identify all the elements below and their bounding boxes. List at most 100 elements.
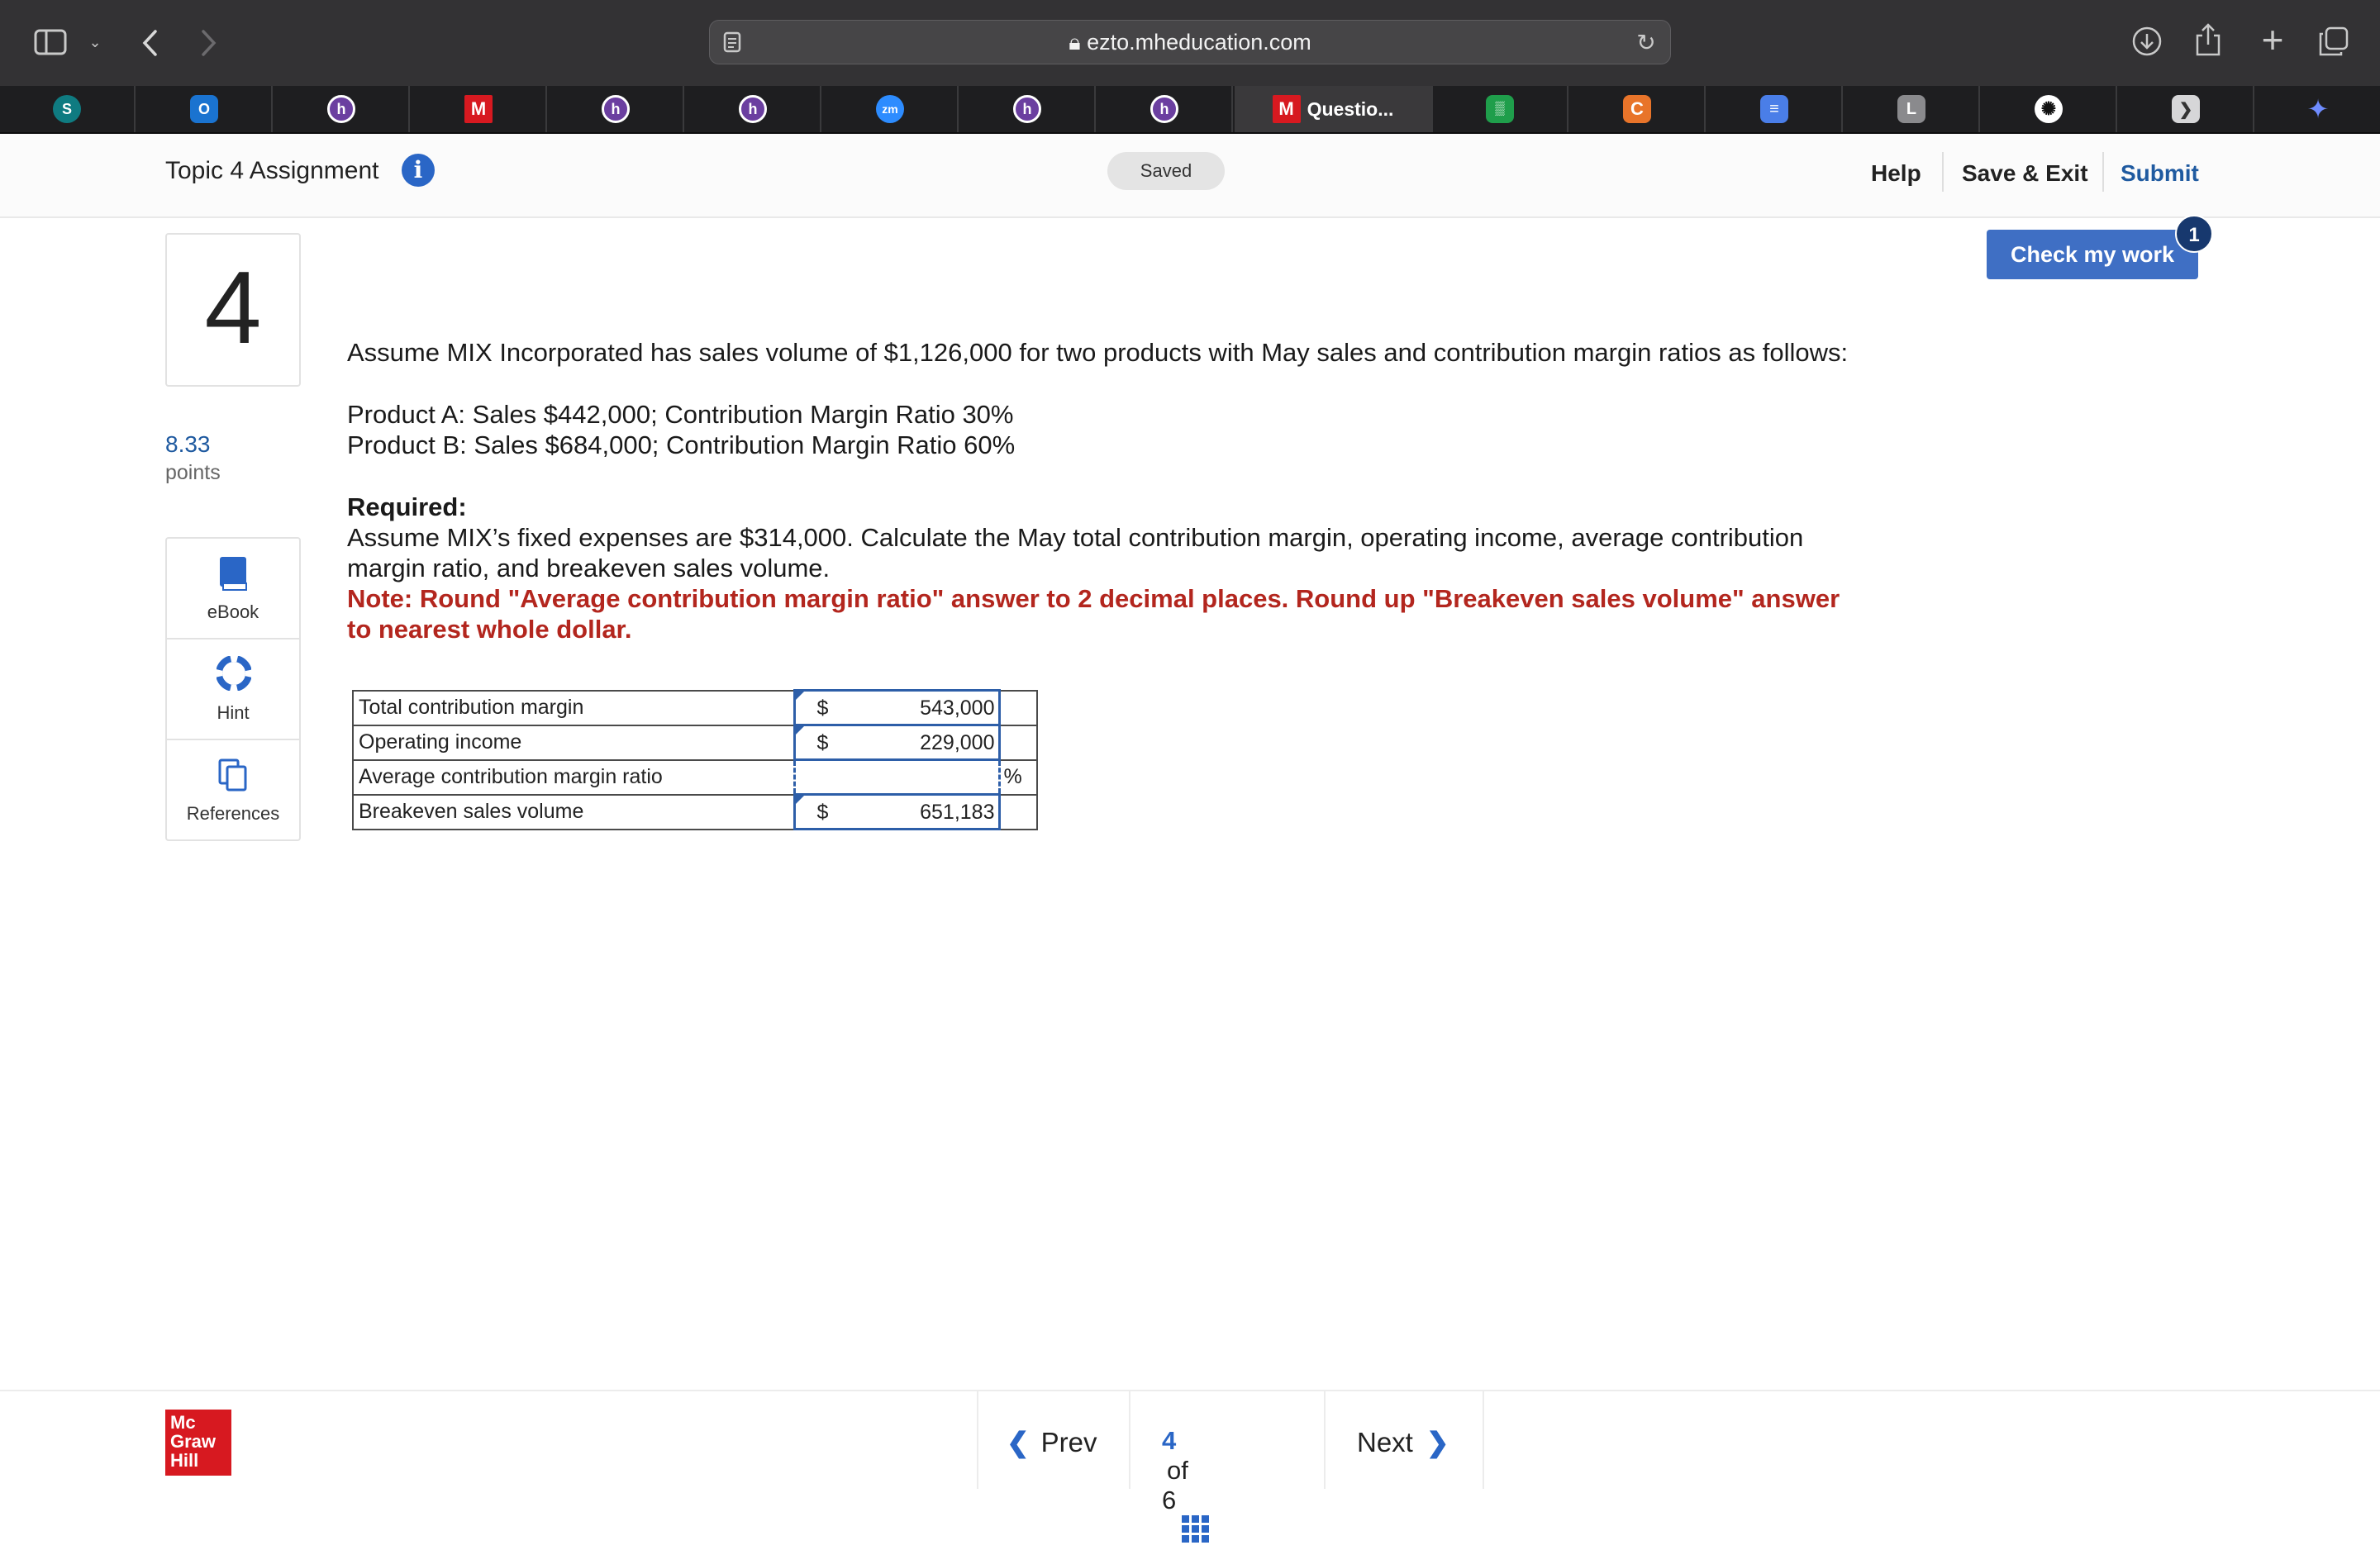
tab-docs[interactable]: ≡ [1707,86,1843,132]
page-of: of [1167,1456,1188,1485]
assignment-header: Topic 4 Assignment i Saved Help Save & E… [0,134,2380,218]
tab-overview-icon[interactable] [2317,25,2350,58]
tab-arrow[interactable]: ❯ [2119,86,2254,132]
tab-h-2[interactable]: h [549,86,684,132]
pager-divider [1324,1391,1326,1489]
chevron-left-icon: ❮ [1007,1427,1030,1457]
header-divider [1942,152,1944,192]
new-tab-icon[interactable]: + [2256,18,2289,61]
zoom-icon: zm [876,95,904,123]
row-label: Operating income [352,724,795,761]
assignment-title: Topic 4 Assignment [165,157,379,184]
tab-zoom[interactable]: zm [823,86,959,132]
url-text[interactable]: 🔒︎ ezto.mheducation.com [710,21,1670,64]
page-current: 4 [1162,1426,1177,1455]
back-icon[interactable] [137,26,162,59]
question-intro: Assume MIX Incorporated has sales volume… [347,338,1849,367]
prev-label: Prev [1040,1427,1097,1457]
copy-icon [217,757,250,793]
share-icon[interactable] [2193,21,2223,58]
tab-chatgpt[interactable]: ✺ [1982,86,2117,132]
operating-income-input[interactable]: $ 229,000 [793,724,1001,761]
pager-divider [1483,1391,1484,1489]
lifebuoy-icon [216,655,252,692]
avg-cm-ratio-input[interactable] [793,758,1001,796]
download-icon[interactable] [2130,25,2163,58]
sharepoint-icon: S [53,95,81,123]
hint-label: Hint [217,702,250,723]
row-label: Total contribution margin [352,689,795,726]
tab-c[interactable]: C [1570,86,1706,132]
address-bar[interactable]: 🔒︎ ezto.mheducation.com ↻ [709,20,1671,64]
tab-mcgraw[interactable]: M [412,86,547,132]
save-exit-link[interactable]: Save & Exit [1962,160,2088,187]
currency-symbol: $ [816,801,829,824]
next-button[interactable]: Next ❯ [1357,1426,1449,1458]
info-icon[interactable]: i [402,154,435,187]
tab-calculator[interactable]: ▒ [1433,86,1568,132]
h-icon: h [327,95,355,123]
grid-icon[interactable] [1182,1515,1210,1550]
chevron-down-icon[interactable]: ⌄ [86,31,104,53]
chevron-right-icon: ❯ [1426,1427,1449,1457]
page-total: 6 [1162,1486,1177,1514]
sparkle-icon: ✦ [2306,94,2330,124]
tab-outlook[interactable]: O [137,86,273,132]
tab-h-1[interactable]: h [274,86,410,132]
hint-button[interactable]: Hint [167,639,299,740]
submit-link[interactable]: Submit [2121,160,2199,187]
footer-nav: Mc Graw Hill ❮ Prev 4 of 6 Next ❯ [0,1390,2380,1543]
tools-panel: eBook Hint References [165,537,301,841]
table-row: Operating income $ 229,000 [352,724,1038,761]
h-icon: h [1013,95,1041,123]
prev-button[interactable]: ❮ Prev [1007,1426,1097,1458]
row-label: Breakeven sales volume [352,793,795,830]
total-cm-input[interactable]: $ 543,000 [793,689,1001,726]
question-number: 4 [165,233,301,387]
tab-bar: S O h M h h zm h h M Questio... ▒ C ≡ L … [0,86,2380,134]
product-a-line: Product A: Sales $442,000; Contribution … [347,400,1014,429]
book-icon [217,555,250,592]
row-label: Average contribution margin ratio [352,758,795,796]
product-b-line: Product B: Sales $684,000; Contribution … [347,430,1016,459]
forward-icon[interactable] [197,26,221,59]
check-attempts-badge: 1 [2175,215,2213,253]
next-label: Next [1357,1427,1413,1457]
tab-question[interactable]: M Questio... [1235,86,1433,132]
points-value: 8.33 [165,431,211,457]
answer-table: Total contribution margin $ 543,000 Oper… [352,689,1038,830]
pager-divider [977,1391,978,1489]
ebook-button[interactable]: eBook [167,539,299,639]
input-value: 229,000 [920,731,995,754]
table-row: Breakeven sales volume $ 651,183 [352,793,1038,830]
reload-icon[interactable]: ↻ [1634,29,1659,55]
question-body: Assume MIX Incorporated has sales volume… [347,337,1917,644]
pager-divider [1129,1391,1130,1489]
tab-sparkle[interactable]: ✦ [2256,86,2380,132]
flag-icon [795,726,804,735]
c-icon: C [1623,95,1651,123]
references-button[interactable]: References [167,740,299,839]
h-icon: h [739,95,767,123]
help-link[interactable]: Help [1871,160,1921,187]
tab-h-3[interactable]: h [686,86,821,132]
tab-l[interactable]: L [1844,86,1980,132]
browser-toolbar: ⌄ 🔒︎ ezto.mheducation.com ↻ + [0,0,2380,86]
check-my-work-button[interactable]: Check my work [1987,230,2198,279]
arrow-tab-icon: ❯ [2172,95,2200,123]
outlook-icon: O [190,95,218,123]
required-text: Assume MIX’s fixed expenses are $314,000… [347,523,1804,582]
m-icon: M [1272,95,1301,123]
breakeven-input[interactable]: $ 651,183 [793,793,1001,830]
header-divider [2102,152,2104,192]
tab-h-4[interactable]: h [960,86,1096,132]
unit-cell [998,793,1038,830]
mcgraw-hill-logo: Mc Graw Hill [165,1410,231,1476]
currency-symbol: $ [816,731,829,754]
tab-sharepoint[interactable]: S [0,86,136,132]
input-value: 651,183 [920,801,995,824]
sidebar-toggle-icon[interactable] [33,28,68,56]
tab-h-5[interactable]: h [1097,86,1233,132]
page-indicator[interactable]: 4 of 6 [1162,1426,1210,1550]
chatgpt-icon: ✺ [2035,95,2063,123]
